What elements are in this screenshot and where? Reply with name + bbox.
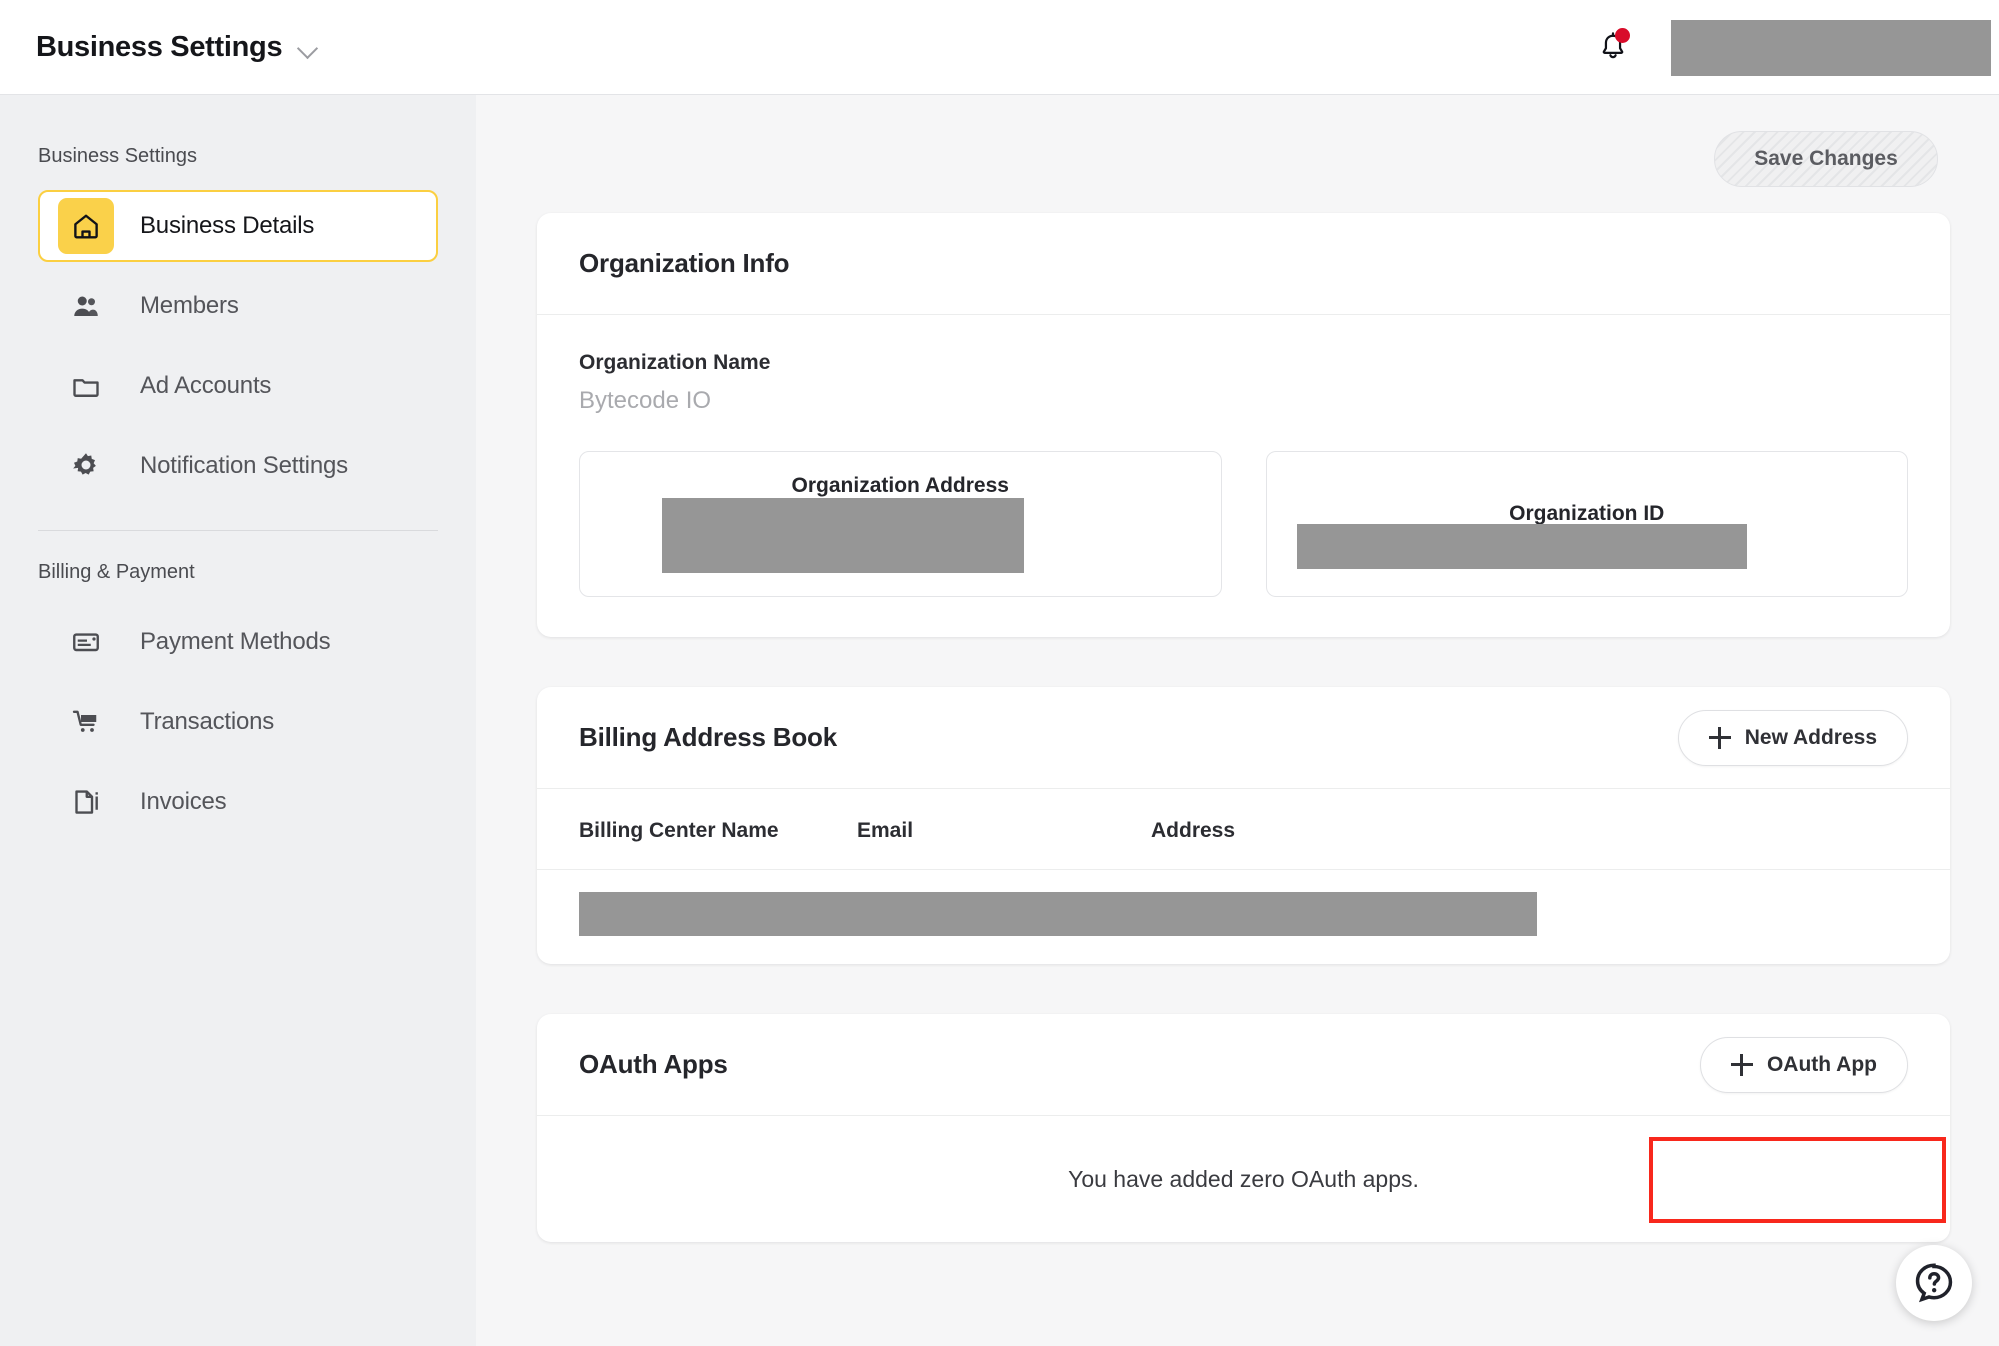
new-address-button[interactable]: New Address [1678,710,1908,766]
sidebar-item-label: Invoices [140,788,226,816]
sidebar: Business Settings Business Details Membe… [0,95,476,1346]
sidebar-divider [38,530,438,531]
sidebar-item-label: Business Details [140,212,314,240]
save-changes-button[interactable]: Save Changes [1714,131,1938,187]
credit-card-icon [58,614,114,670]
organization-info-body: Organization Name Bytecode IO Organizati… [537,315,1950,637]
top-bar: Business Settings [0,0,1999,95]
organization-name-label: Organization Name [579,351,1908,375]
plus-icon [1731,1054,1753,1076]
save-changes-row: Save Changes [476,95,1999,187]
plus-icon [1709,727,1731,749]
billing-address-book-title: Billing Address Book [579,722,837,753]
organization-info-header: Organization Info [537,213,1950,315]
sidebar-item-label: Notification Settings [140,452,348,480]
organization-address-label: Organization Address [792,474,1009,498]
organization-info-card: Organization Info Organization Name Byte… [537,213,1950,637]
organization-id-redaction [1297,524,1747,569]
billing-table-header: Billing Center Name Email Address [537,789,1950,870]
organization-id-label: Organization ID [1509,502,1664,526]
users-icon [58,278,114,334]
chevron-down-icon[interactable] [298,41,320,54]
main-content: Save Changes Organization Info Organizat… [476,95,1999,1346]
account-redaction-block[interactable] [1671,20,1991,76]
organization-name-value: Bytecode IO [579,387,1908,415]
organization-info-title: Organization Info [579,248,789,279]
organization-boxes-row: Organization Address United States Organ… [579,451,1908,597]
sidebar-item-ad-accounts[interactable]: Ad Accounts [38,350,438,422]
column-header-address: Address [1151,819,1908,843]
sidebar-item-business-details[interactable]: Business Details [38,190,438,262]
page-title: Business Settings [36,31,282,64]
add-oauth-app-button[interactable]: OAuth App [1700,1037,1908,1093]
sidebar-item-payment-methods[interactable]: Payment Methods [38,606,438,678]
organization-id-box[interactable]: Organization ID [1266,451,1909,597]
add-oauth-app-button-label: OAuth App [1767,1053,1877,1077]
organization-address-redaction [662,498,1024,573]
billing-address-book-header: Billing Address Book New Address [537,687,1950,789]
help-button[interactable] [1896,1245,1972,1321]
sidebar-item-notification-settings[interactable]: Notification Settings [38,430,438,502]
home-icon [58,198,114,254]
top-bar-right [1593,0,1999,95]
notification-badge-dot [1615,28,1630,43]
sidebar-group-label-billing: Billing & Payment [38,561,476,584]
sidebar-item-label: Members [140,292,239,320]
sidebar-item-label: Transactions [140,708,274,736]
column-header-email: Email [857,819,1151,843]
sidebar-item-members[interactable]: Members [38,270,438,342]
oauth-apps-header: OAuth Apps OAuth App [537,1014,1950,1116]
billing-address-book-card: Billing Address Book New Address Billing… [537,687,1950,964]
sidebar-group-label-business: Business Settings [38,145,476,168]
invoice-icon [58,774,114,830]
sidebar-item-invoices[interactable]: Invoices [38,766,438,838]
new-address-button-label: New Address [1745,726,1877,750]
notification-bell-button[interactable] [1593,26,1633,70]
shopping-cart-icon [58,694,114,750]
table-row-redaction [579,892,1537,936]
folder-icon [58,358,114,414]
sidebar-item-label: Payment Methods [140,628,330,656]
oauth-apps-empty-message: You have added zero OAuth apps. [537,1116,1950,1242]
column-header-billing-center-name: Billing Center Name [579,819,857,843]
oauth-apps-title: OAuth Apps [579,1049,728,1080]
help-question-icon [1913,1262,1955,1304]
app-title-dropdown[interactable]: Business Settings [36,31,320,64]
sidebar-item-label: Ad Accounts [140,372,271,400]
table-row[interactable] [537,870,1950,964]
gear-icon [58,438,114,494]
oauth-apps-card: OAuth Apps OAuth App You have added zero… [537,1014,1950,1242]
organization-address-box[interactable]: Organization Address United States [579,451,1222,597]
sidebar-item-transactions[interactable]: Transactions [38,686,438,758]
